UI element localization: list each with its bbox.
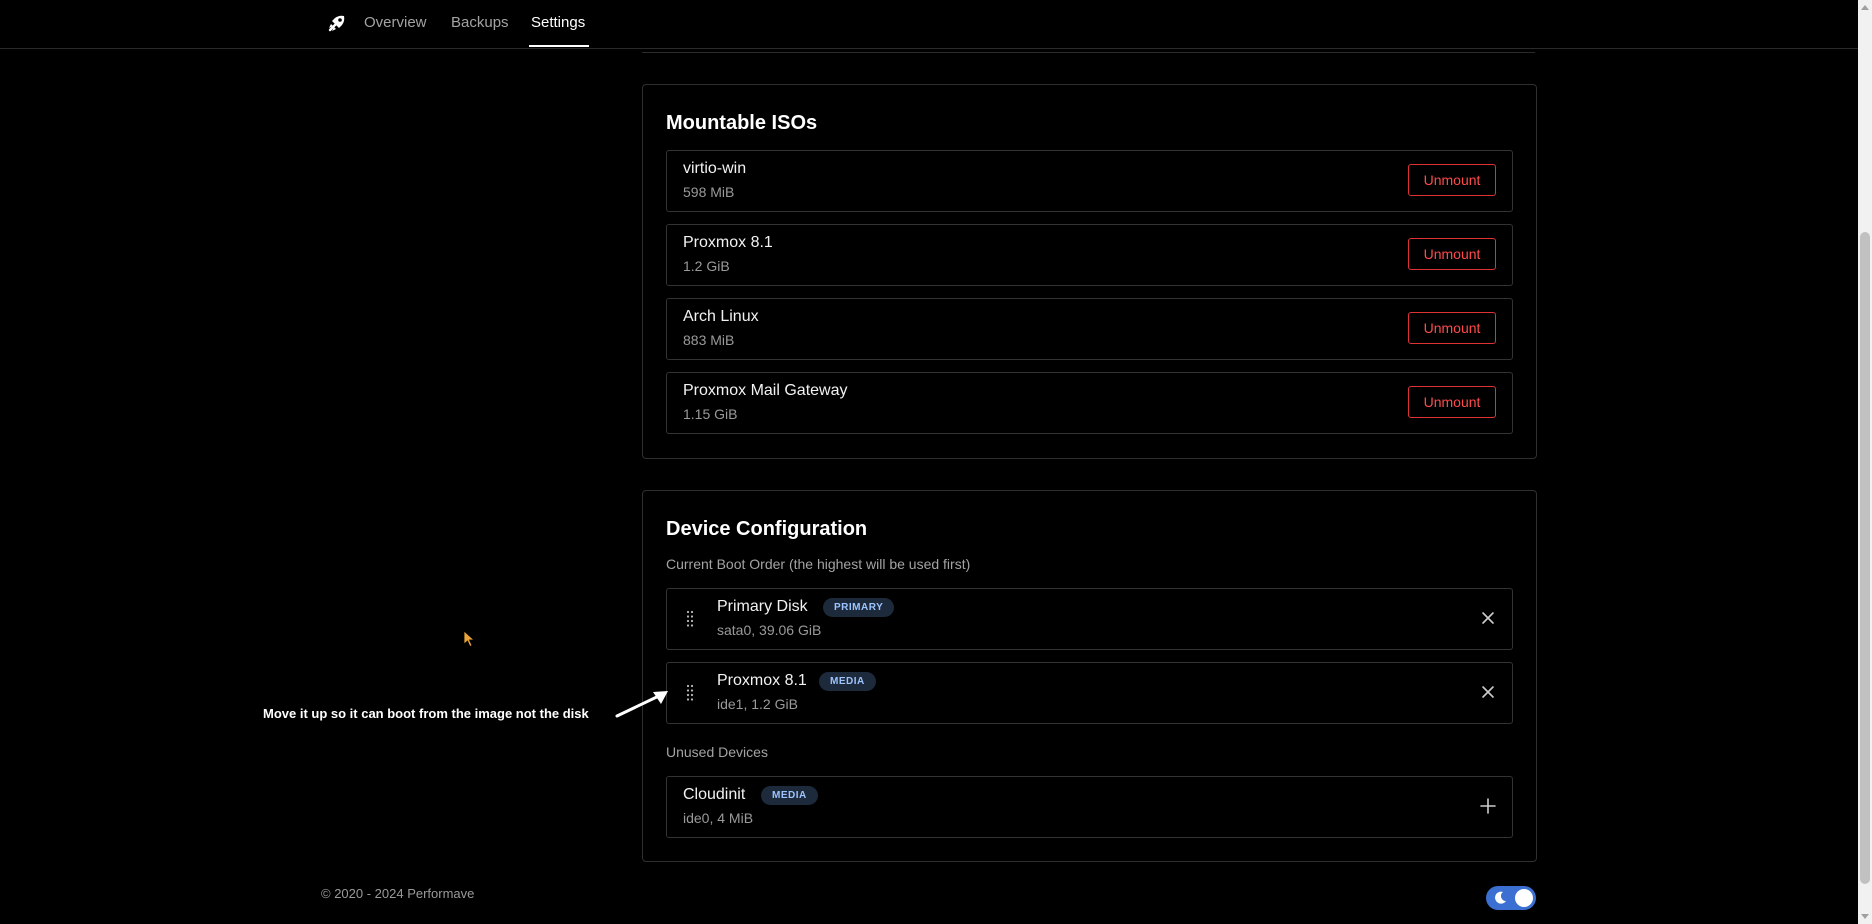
device-detail: sata0, 39.06 GiB bbox=[717, 622, 822, 638]
unmount-button[interactable]: Unmount bbox=[1408, 386, 1496, 418]
tab-backups[interactable]: Backups bbox=[451, 14, 509, 31]
vertical-scrollbar[interactable] bbox=[1858, 0, 1872, 924]
device-configuration-card: Device Configuration Current Boot Order … bbox=[642, 490, 1537, 862]
mountable-isos-title: Mountable ISOs bbox=[666, 112, 818, 134]
unmount-button[interactable]: Unmount bbox=[1408, 238, 1496, 270]
iso-size: 883 MiB bbox=[683, 332, 735, 348]
theme-toggle[interactable] bbox=[1486, 886, 1536, 910]
scrollbar-thumb[interactable] bbox=[1860, 232, 1870, 884]
iso-size: 1.2 GiB bbox=[683, 258, 730, 274]
toggle-knob bbox=[1515, 889, 1533, 907]
iso-item: virtio-win 598 MiB Unmount bbox=[666, 150, 1513, 212]
annotation-text: Move it up so it can boot from the image… bbox=[263, 706, 589, 721]
unmount-button[interactable]: Unmount bbox=[1408, 312, 1496, 344]
scroll-down-icon[interactable] bbox=[1861, 914, 1869, 919]
device-name: Primary Disk bbox=[717, 598, 808, 615]
iso-item: Proxmox Mail Gateway 1.15 GiB Unmount bbox=[666, 372, 1513, 434]
iso-name: virtio-win bbox=[683, 160, 747, 177]
drag-handle-icon[interactable] bbox=[685, 610, 695, 628]
scroll-up-icon[interactable] bbox=[1861, 5, 1869, 10]
plus-icon[interactable] bbox=[1478, 796, 1498, 816]
media-badge: MEDIA bbox=[761, 786, 818, 805]
iso-name: Proxmox 8.1 bbox=[683, 234, 773, 251]
top-navigation: Overview Backups Settings bbox=[0, 0, 1858, 49]
media-badge: MEDIA bbox=[819, 672, 876, 691]
iso-item: Proxmox 8.1 1.2 GiB Unmount bbox=[666, 224, 1513, 286]
boot-order-label: Current Boot Order (the highest will be … bbox=[666, 556, 971, 572]
previous-card-bottom-edge bbox=[642, 52, 1535, 53]
device-detail: ide0, 4 MiB bbox=[683, 810, 754, 826]
device-name: Cloudinit bbox=[683, 786, 746, 803]
tab-settings[interactable]: Settings bbox=[531, 14, 585, 31]
iso-name: Proxmox Mail Gateway bbox=[683, 382, 848, 399]
mouse-cursor-icon bbox=[463, 630, 476, 648]
annotation-arrow-icon bbox=[615, 691, 668, 718]
boot-device-item[interactable]: Primary Disk PRIMARY sata0, 39.06 GiB bbox=[666, 588, 1513, 650]
mountable-isos-card: Mountable ISOs virtio-win 598 MiB Unmoun… bbox=[642, 84, 1537, 459]
iso-size: 598 MiB bbox=[683, 184, 735, 200]
boot-device-item[interactable]: Proxmox 8.1 MEDIA ide1, 1.2 GiB bbox=[666, 662, 1513, 724]
unused-devices-label: Unused Devices bbox=[666, 744, 768, 760]
moon-icon bbox=[1495, 891, 1506, 904]
primary-badge: PRIMARY bbox=[823, 598, 895, 617]
unmount-button[interactable]: Unmount bbox=[1408, 164, 1496, 196]
drag-handle-icon[interactable] bbox=[685, 684, 695, 702]
device-detail: ide1, 1.2 GiB bbox=[717, 696, 798, 712]
app-logo-icon[interactable] bbox=[326, 12, 348, 34]
tab-overview[interactable]: Overview bbox=[364, 14, 427, 31]
device-name: Proxmox 8.1 bbox=[717, 672, 807, 689]
copyright-text: © 2020 - 2024 Performave bbox=[321, 886, 475, 901]
iso-size: 1.15 GiB bbox=[683, 406, 738, 422]
iso-name: Arch Linux bbox=[683, 308, 759, 325]
active-tab-indicator bbox=[529, 45, 589, 47]
close-icon[interactable] bbox=[1478, 608, 1498, 628]
unused-device-item[interactable]: Cloudinit MEDIA ide0, 4 MiB bbox=[666, 776, 1513, 838]
device-configuration-title: Device Configuration bbox=[666, 518, 868, 540]
close-icon[interactable] bbox=[1478, 682, 1498, 702]
iso-item: Arch Linux 883 MiB Unmount bbox=[666, 298, 1513, 360]
